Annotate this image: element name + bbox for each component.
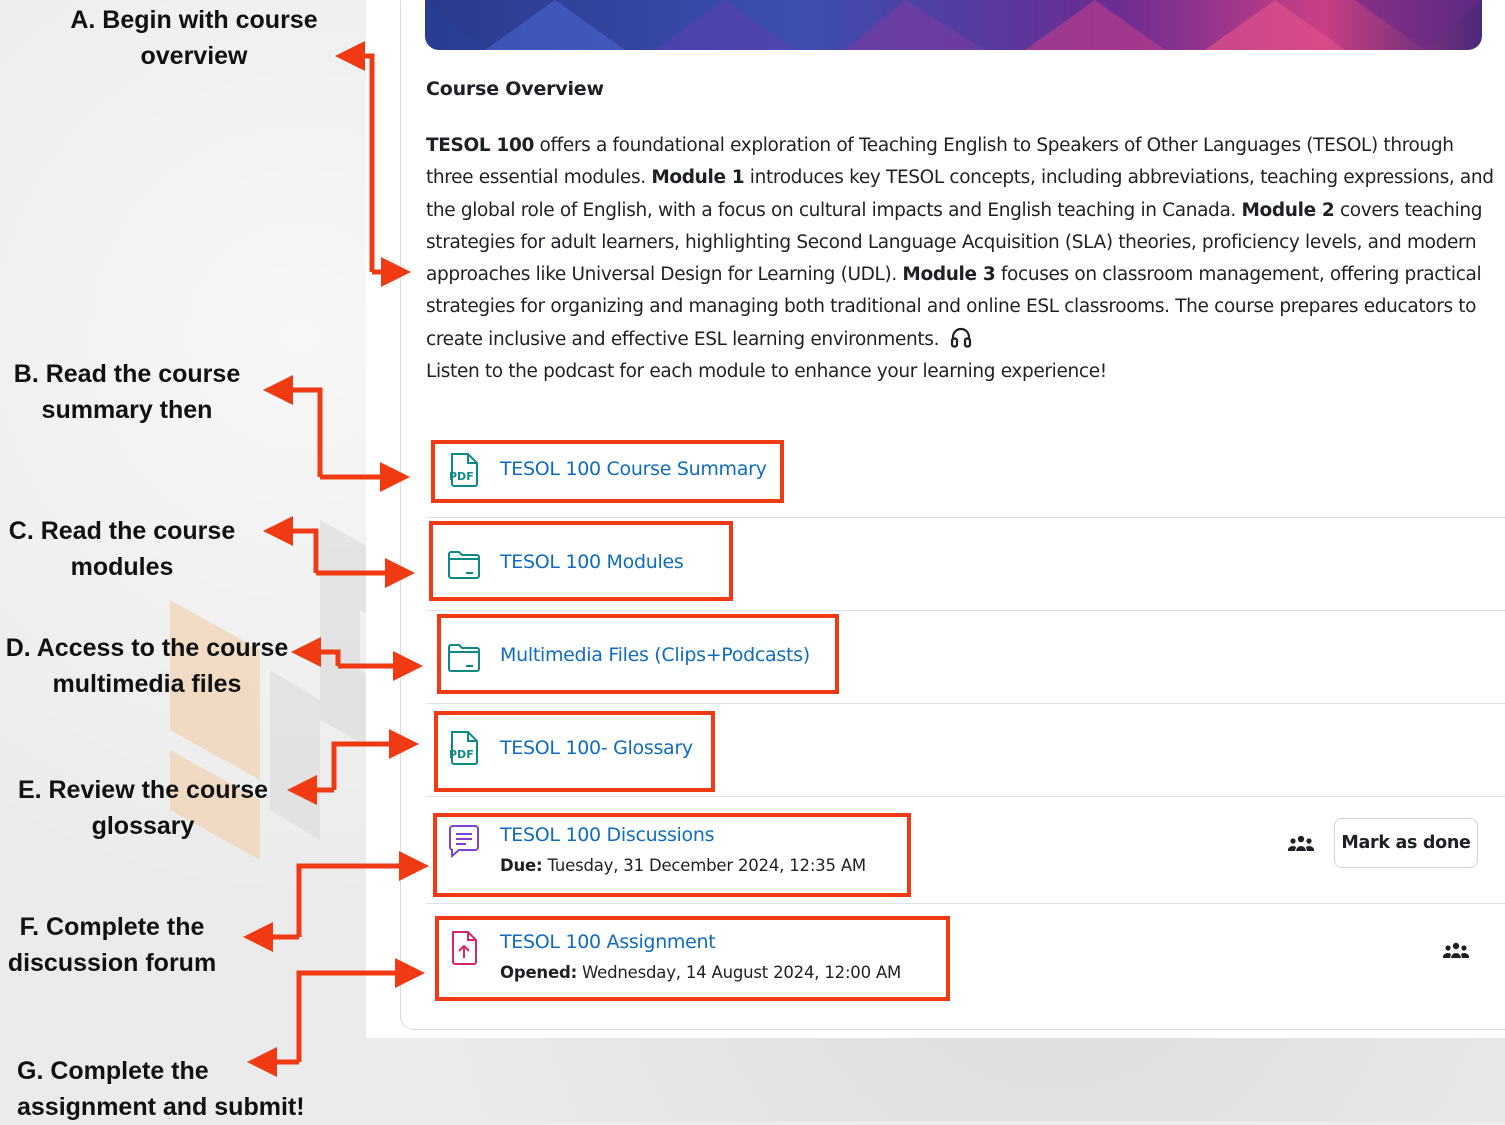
step-line: multimedia files	[52, 670, 242, 698]
highlight-box-summary	[431, 440, 784, 503]
step-line: D. Access to the course	[5, 634, 289, 662]
group-mode-icon[interactable]	[1443, 940, 1469, 962]
step-line: glossary	[91, 812, 195, 840]
course-overview-text: TESOL 100 offers a foundational explorat…	[426, 130, 1496, 388]
step-line: assignment and submit!	[17, 1093, 305, 1121]
course-overview-heading: Course Overview	[426, 78, 604, 100]
step-line: overview	[140, 42, 248, 70]
step-line: modules	[70, 553, 174, 581]
course-banner-image	[425, 0, 1482, 50]
highlight-box-multimedia	[437, 614, 839, 694]
highlight-box-assignment	[435, 916, 950, 1001]
overview-bold-term: Module 2	[1241, 199, 1335, 221]
activity-divider	[426, 903, 1505, 904]
step-label-c: C. Read the course modules	[0, 513, 244, 585]
headphones-icon	[951, 327, 972, 348]
step-line: F. Complete the	[19, 913, 205, 941]
highlight-box-discussions	[433, 813, 911, 897]
group-mode-icon[interactable]	[1288, 833, 1314, 855]
step-label-f: F. Complete the discussion forum	[0, 909, 224, 981]
step-label-e: E. Review the course glossary	[8, 772, 278, 844]
overview-paragraph: TESOL 100 offers a foundational explorat…	[426, 135, 1494, 350]
step-line: G. Complete the	[17, 1057, 209, 1085]
step-label-a: A. Begin with course overview	[50, 2, 338, 74]
overview-bold-term: TESOL 100	[426, 135, 535, 156]
activity-divider	[426, 610, 1505, 611]
step-line: discussion forum	[7, 949, 217, 977]
overview-bold-term: Module 3	[902, 264, 996, 286]
highlight-box-glossary	[434, 711, 715, 792]
activity-divider	[426, 796, 1505, 797]
mark-as-done-button[interactable]: Mark as done	[1334, 818, 1478, 868]
activity-divider	[426, 703, 1505, 704]
step-line: B. Read the course	[13, 360, 241, 388]
step-line: summary then	[41, 396, 213, 424]
overview-bold-term: Module 1	[651, 167, 745, 189]
step-line: A. Begin with course	[70, 6, 318, 34]
highlight-box-modules	[429, 521, 733, 601]
step-label-d: D. Access to the course multimedia files	[0, 630, 294, 702]
step-label-b: B. Read the course summary then	[2, 356, 252, 428]
step-line: C. Read the course	[8, 517, 236, 545]
podcast-note: Listen to the podcast for each module to…	[426, 361, 1107, 383]
step-label-g: G. Complete the assignment and submit!	[4, 1053, 324, 1125]
activity-divider	[426, 517, 1505, 518]
step-line: E. Review the course	[17, 776, 269, 804]
